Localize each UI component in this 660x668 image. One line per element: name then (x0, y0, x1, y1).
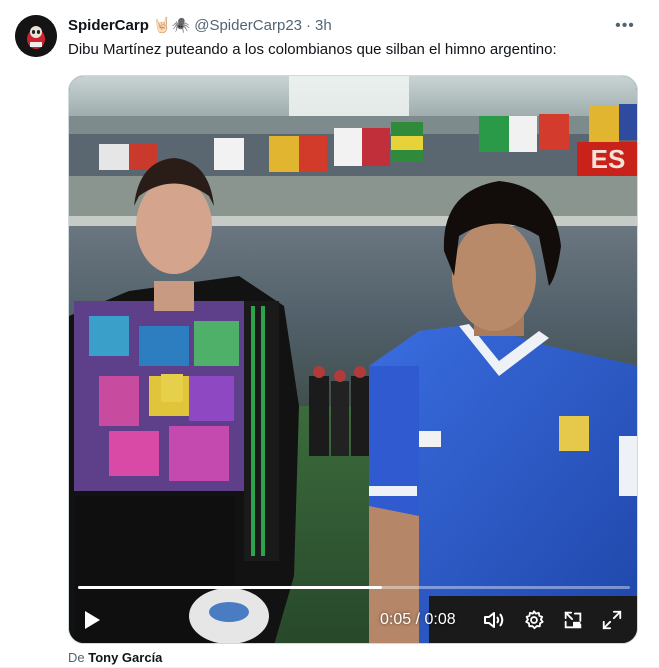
scoreboard-text: ES (591, 144, 626, 174)
settings-icon[interactable] (522, 608, 546, 632)
separator-dot: · (306, 17, 312, 34)
video-progress-fill (78, 586, 382, 589)
pip-icon[interactable] (561, 608, 585, 632)
video-progress-bar[interactable] (78, 586, 630, 589)
play-icon[interactable] (81, 608, 103, 632)
video-credit: De Tony García (68, 649, 162, 667)
video-time-readout: 0:05 / 0:08 (380, 611, 456, 628)
tweet-card[interactable]: SpiderCarp 🤘🏻🕷️ @SpiderCarp23 · 3h ••• D… (0, 0, 660, 668)
fullscreen-icon[interactable] (600, 608, 624, 632)
tweet-timestamp[interactable]: 3h (315, 16, 332, 36)
video-player[interactable]: ES 0:05 / 0:08 (68, 75, 638, 644)
credit-author[interactable]: Tony García (88, 650, 162, 665)
more-icon[interactable]: ••• (613, 14, 637, 38)
tweet-text: Dibu Martínez puteando a los colombianos… (68, 41, 557, 58)
video-frame: ES (69, 76, 637, 643)
author-emojis: 🤘🏻🕷️ (152, 17, 191, 34)
credit-prefix: De (68, 650, 89, 665)
author-name[interactable]: SpiderCarp (68, 16, 149, 36)
volume-icon[interactable] (482, 608, 506, 632)
tweet-header: SpiderCarp 🤘🏻🕷️ @SpiderCarp23 · 3h (68, 16, 332, 36)
author-handle[interactable]: @SpiderCarp23 (194, 16, 302, 36)
avatar[interactable] (15, 15, 57, 57)
